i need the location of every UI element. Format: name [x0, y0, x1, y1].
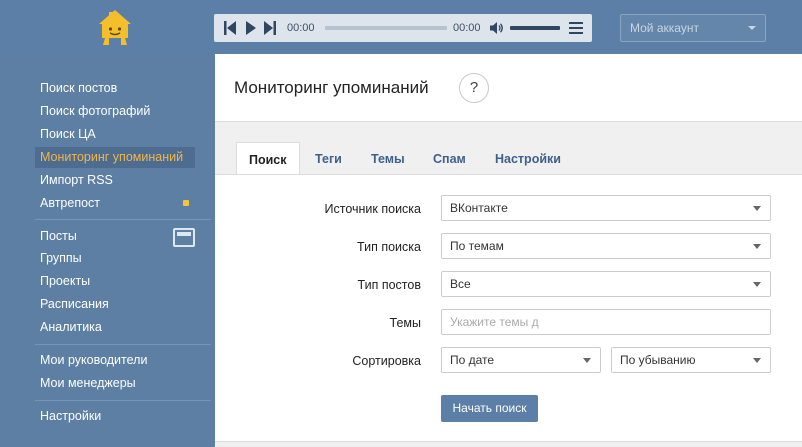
sidebar: Поиск постов Поиск фотографий Поиск ЦА М… — [16, 54, 214, 447]
sidebar-item-post-search[interactable]: Поиск постов — [35, 78, 195, 99]
sidebar-item-label: Аналитика — [40, 320, 102, 334]
previous-track-icon[interactable] — [224, 21, 236, 35]
topics-placeholder: Укажите темы д — [450, 315, 539, 329]
sidebar-item-audience-search[interactable]: Поиск ЦА — [35, 124, 195, 145]
playlist-menu-icon[interactable] — [569, 21, 583, 35]
sidebar-item-my-managers[interactable]: Мои менеджеры — [35, 373, 195, 394]
house-logo-icon[interactable] — [95, 8, 135, 48]
new-badge — [183, 200, 189, 206]
chevron-down-icon — [753, 282, 761, 287]
tab-search[interactable]: Поиск — [236, 142, 300, 174]
main-content: Мониторинг упоминаний ? Поиск Теги Темы … — [215, 54, 802, 447]
tab-tags[interactable]: Теги — [303, 142, 354, 174]
sidebar-divider — [35, 219, 211, 220]
volume-icon[interactable] — [490, 21, 504, 35]
current-time: 00:00 — [287, 22, 315, 34]
sidebar-item-label: Мои менеджеры — [40, 376, 136, 390]
sidebar-item-label: Настройки — [40, 409, 102, 423]
sidebar-item-rss-import[interactable]: Импорт RSS — [35, 170, 195, 191]
sidebar-item-label: Поиск ЦА — [40, 127, 96, 141]
sidebar-item-label: Автрепост — [40, 196, 101, 210]
sidebar-item-photo-search[interactable]: Поиск фотографий — [35, 101, 195, 122]
chevron-down-icon — [748, 26, 756, 30]
search-type-value: По темам — [450, 239, 504, 253]
total-time: 00:00 — [453, 22, 481, 34]
account-label: Мой аккаунт — [630, 21, 699, 35]
post-type-select[interactable]: Все — [441, 271, 771, 297]
sidebar-item-my-managers-lead[interactable]: Мои руководители — [35, 350, 195, 371]
sidebar-item-groups[interactable]: Группы — [35, 248, 195, 269]
sidebar-item-settings[interactable]: Настройки — [35, 406, 195, 427]
sidebar-item-label: Посты — [40, 229, 77, 243]
tab-settings[interactable]: Настройки — [483, 142, 573, 174]
sidebar-item-mention-monitoring[interactable]: Мониторинг упоминаний — [35, 147, 195, 168]
sidebar-item-autorepost[interactable]: Автрепост — [35, 193, 195, 214]
next-track-icon[interactable] — [264, 21, 276, 35]
search-type-label: Тип поиска — [357, 240, 421, 254]
source-select[interactable]: ВКонтакте — [441, 195, 771, 221]
sidebar-item-label: Мониторинг упоминаний — [40, 150, 184, 164]
sidebar-item-posts[interactable]: Посты — [35, 226, 195, 247]
sidebar-item-label: Мои руководители — [40, 353, 148, 367]
source-label: Источник поиска — [324, 202, 421, 216]
source-value: ВКонтакте — [450, 201, 508, 215]
topics-label: Темы — [389, 316, 421, 330]
sidebar-item-label: Импорт RSS — [40, 173, 113, 187]
page-header: Мониторинг упоминаний ? — [215, 54, 802, 122]
search-form: Источник поиска ВКонтакте Тип поиска По … — [215, 174, 802, 442]
audio-player: 00:00 00:00 — [214, 14, 592, 42]
sidebar-item-projects[interactable]: Проекты — [35, 271, 195, 292]
sort-order-select[interactable]: По убыванию — [611, 347, 771, 373]
chevron-down-icon — [583, 358, 591, 363]
top-bar: 00:00 00:00 Мой аккаунт — [0, 0, 802, 54]
post-type-value: Все — [450, 277, 471, 291]
topics-input[interactable]: Укажите темы д — [441, 309, 771, 335]
tab-spam[interactable]: Спам — [421, 142, 478, 174]
sidebar-item-label: Проекты — [40, 274, 91, 288]
help-button[interactable]: ? — [459, 73, 489, 103]
sidebar-divider — [35, 400, 211, 401]
post-type-label: Тип постов — [357, 278, 421, 292]
chevron-down-icon — [753, 206, 761, 211]
window-toggle-icon[interactable] — [173, 228, 195, 247]
sidebar-item-schedules[interactable]: Расписания — [35, 294, 195, 315]
sidebar-item-label: Поиск постов — [40, 81, 118, 95]
sort-field-select[interactable]: По дате — [441, 347, 601, 373]
tab-topics[interactable]: Темы — [359, 142, 417, 174]
sort-label: Сортировка — [352, 354, 421, 368]
sort-field-value: По дате — [450, 353, 495, 367]
search-type-select[interactable]: По темам — [441, 233, 771, 259]
play-icon[interactable] — [246, 21, 256, 35]
sort-order-value: По убыванию — [620, 353, 696, 367]
start-search-button[interactable]: Начать поиск — [441, 395, 538, 422]
progress-bar[interactable] — [325, 26, 447, 30]
sidebar-item-label: Поиск фотографий — [40, 104, 151, 118]
chevron-down-icon — [753, 244, 761, 249]
account-dropdown[interactable]: Мой аккаунт — [620, 14, 766, 42]
volume-slider[interactable] — [510, 26, 560, 30]
sidebar-item-label: Группы — [40, 251, 82, 265]
sidebar-divider — [35, 344, 211, 345]
sidebar-item-label: Расписания — [40, 297, 109, 311]
sidebar-item-analytics[interactable]: Аналитика — [35, 317, 195, 338]
page-title: Мониторинг упоминаний — [234, 78, 429, 97]
chevron-down-icon — [753, 358, 761, 363]
